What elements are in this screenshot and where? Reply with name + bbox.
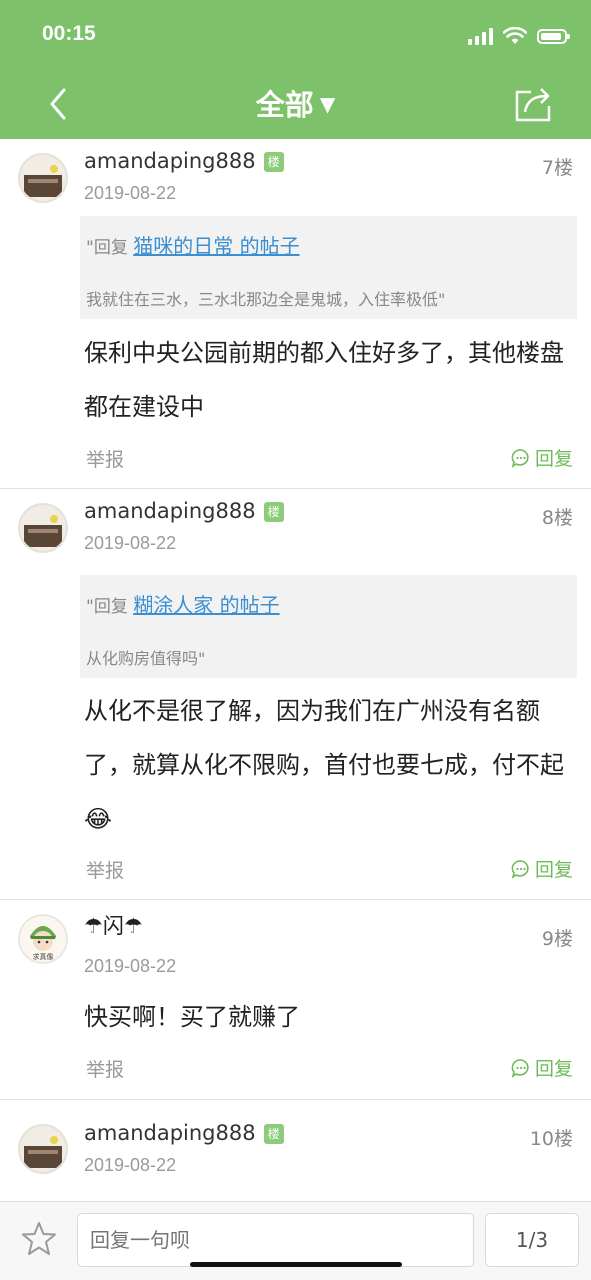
avatar[interactable] bbox=[18, 1124, 68, 1174]
floor-number: 9楼 bbox=[541, 928, 573, 950]
comment-icon bbox=[511, 448, 529, 468]
post-item: amandaping888 楼 2019-08-22 7楼 "回复 猫咪的日常 的… bbox=[0, 139, 591, 489]
avatar[interactable]: 求真像 bbox=[18, 914, 68, 964]
floor-number: 10楼 bbox=[529, 1128, 573, 1150]
report-button[interactable]: 举报 bbox=[86, 1055, 124, 1082]
avatar-caption: 求真像 bbox=[33, 952, 54, 961]
bottom-bar: 1/3 bbox=[0, 1201, 591, 1280]
username-text: ☂闪☂ bbox=[84, 914, 143, 938]
home-indicator[interactable] bbox=[190, 1262, 402, 1267]
floor-number: 7楼 bbox=[541, 157, 573, 179]
comment-icon bbox=[511, 859, 529, 879]
post-item: amandaping888 楼 2019-08-22 8楼 "回复 糊涂人家 的帖… bbox=[0, 489, 591, 900]
avatar[interactable] bbox=[18, 153, 68, 203]
post-item: amandaping888 楼 2019-08-22 10楼 bbox=[0, 1100, 591, 1201]
quote-link[interactable]: 糊涂人家 的帖子 bbox=[133, 593, 279, 617]
filter-title[interactable]: 全部 ▼ bbox=[0, 82, 591, 124]
reply-button[interactable]: 回复 bbox=[511, 444, 573, 471]
quote-link[interactable]: 猫咪的日常 的帖子 bbox=[133, 234, 299, 258]
username[interactable]: amandaping888 楼 bbox=[84, 149, 284, 173]
username-text: amandaping888 bbox=[84, 499, 256, 523]
post-date: 2019-08-22 bbox=[84, 956, 177, 976]
floor-owner-badge: 楼 bbox=[263, 152, 284, 172]
post-date: 2019-08-22 bbox=[84, 183, 177, 203]
report-button[interactable]: 举报 bbox=[86, 856, 124, 883]
post-item: 求真像 ☂闪☂ 2019-08-22 9楼 快买啊！买了就赚了 举报 回复 bbox=[0, 900, 591, 1100]
reply-button[interactable]: 回复 bbox=[511, 1054, 573, 1081]
quote-header: "回复 糊涂人家 的帖子 bbox=[86, 589, 280, 618]
quote-prefix: "回复 bbox=[86, 597, 128, 617]
page-title: 全部 bbox=[255, 88, 314, 122]
comment-icon bbox=[511, 1058, 529, 1078]
quote-box: "回复 猫咪的日常 的帖子 我就住在三水，三水北那边全是鬼城，入住率极低" bbox=[80, 216, 577, 319]
quote-header: "回复 猫咪的日常 的帖子 bbox=[86, 230, 300, 259]
reply-label: 回复 bbox=[534, 1058, 573, 1080]
status-time: 00:15 bbox=[42, 22, 96, 45]
username-text: amandaping888 bbox=[84, 1121, 256, 1145]
username[interactable]: ☂闪☂ bbox=[84, 910, 143, 940]
username[interactable]: amandaping888 楼 bbox=[84, 499, 284, 523]
wifi-icon bbox=[503, 27, 527, 44]
post-date: 2019-08-22 bbox=[84, 533, 177, 553]
post-content: 从化不是很了解，因为我们在广州没有名额了，就算从化不限购，首付也要七成，付不起😂 bbox=[84, 697, 564, 833]
post-content: 保利中央公园前期的都入住好多了，其他楼盘都在建设中 bbox=[84, 339, 564, 421]
floor-owner-badge: 楼 bbox=[263, 502, 284, 522]
reply-button[interactable]: 回复 bbox=[511, 855, 573, 882]
dropdown-arrow-icon: ▼ bbox=[319, 92, 336, 116]
quote-text: 我就住在三水，三水北那边全是鬼城，入住率极低" bbox=[86, 290, 446, 309]
username[interactable]: amandaping888 楼 bbox=[84, 1121, 284, 1145]
floor-owner-badge: 楼 bbox=[263, 1124, 284, 1144]
post-content: 快买啊！买了就赚了 bbox=[84, 1003, 300, 1031]
battery-icon bbox=[537, 28, 570, 44]
star-icon[interactable] bbox=[20, 1220, 58, 1258]
avatar[interactable] bbox=[18, 503, 68, 553]
quote-prefix: "回复 bbox=[86, 238, 128, 258]
report-button[interactable]: 举报 bbox=[86, 445, 124, 472]
app-header: 00:15 全部 ▼ bbox=[0, 0, 591, 139]
floor-number: 8楼 bbox=[541, 507, 573, 529]
quote-box: "回复 糊涂人家 的帖子 从化购房值得吗" bbox=[80, 575, 577, 678]
post-date: 2019-08-22 bbox=[84, 1155, 177, 1175]
username-text: amandaping888 bbox=[84, 149, 256, 173]
reply-input[interactable] bbox=[77, 1213, 474, 1267]
share-icon[interactable] bbox=[513, 84, 553, 124]
status-icons bbox=[468, 24, 570, 48]
reply-label: 回复 bbox=[534, 859, 573, 881]
page-indicator-button[interactable]: 1/3 bbox=[485, 1213, 579, 1267]
signal-icon bbox=[468, 27, 493, 45]
quote-text: 从化购房值得吗" bbox=[86, 649, 206, 668]
reply-label: 回复 bbox=[534, 448, 573, 470]
